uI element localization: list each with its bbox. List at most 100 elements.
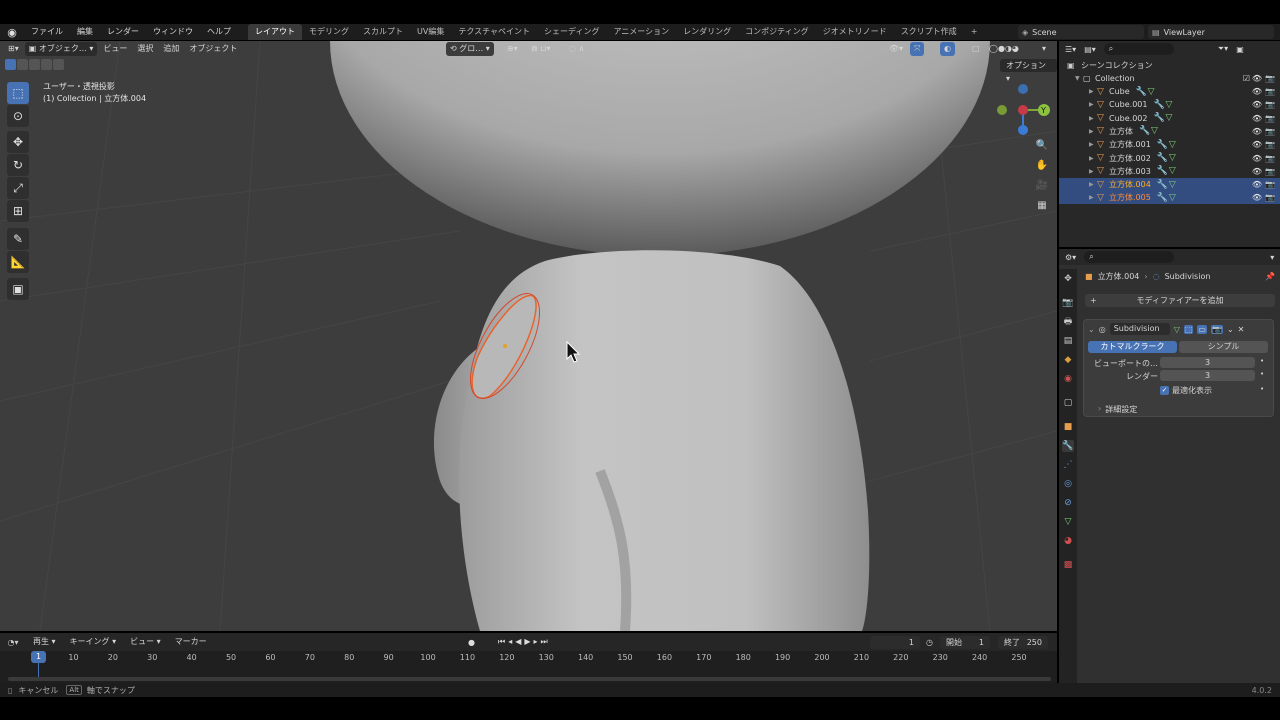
modifier-tab-icon[interactable]: 🔧 xyxy=(1062,440,1074,452)
expand-icon[interactable]: ▶ xyxy=(1089,115,1097,122)
mesh-data-icon[interactable]: ▽ xyxy=(1169,180,1181,190)
outliner-editor-icon[interactable]: ☰▾ xyxy=(1065,45,1076,54)
collection-row[interactable]: ▼ ▢ Collection ☑ 👁 📷 xyxy=(1059,72,1280,85)
scene-tab-icon[interactable]: ◆ xyxy=(1062,354,1074,366)
menu-render[interactable]: レンダー xyxy=(100,24,146,40)
object-tab-icon[interactable]: ■ xyxy=(1062,421,1074,433)
record-icon[interactable]: ● xyxy=(468,638,475,647)
menu-playback[interactable]: 再生 ▾ xyxy=(26,634,63,650)
mesh-data-icon[interactable]: ▽ xyxy=(1165,100,1177,110)
advanced-subpanel[interactable]: › 詳細設定 xyxy=(1098,404,1137,415)
menu-window[interactable]: ウィンドウ xyxy=(146,24,200,40)
transform-orientation[interactable]: ⟲ グロ… ▾ xyxy=(446,42,494,56)
end-frame-field[interactable]: 終了 250 xyxy=(998,635,1048,649)
timeline-editor-icon[interactable]: ◔▾ xyxy=(0,638,26,647)
mesh-data-icon[interactable]: ▽ xyxy=(1169,166,1181,176)
render-camera-icon[interactable]: 📷 xyxy=(1265,167,1275,176)
output-tab-icon[interactable]: 🖶 xyxy=(1062,316,1074,328)
expand-icon[interactable]: ▶ xyxy=(1089,168,1097,175)
visibility-eye-icon[interactable]: 👁 xyxy=(1252,140,1262,149)
add-modifier-button[interactable]: + モディファイアーを追加 xyxy=(1085,294,1275,307)
mesh-data-icon[interactable]: ▽ xyxy=(1165,113,1177,123)
camera-view-icon[interactable]: 🎥 xyxy=(1033,176,1051,194)
tab-rendering[interactable]: レンダリング xyxy=(676,24,738,40)
pin-icon[interactable]: 📌 xyxy=(1265,272,1275,281)
mesh-data-icon[interactable]: ▽ xyxy=(1169,153,1181,163)
menu-file[interactable]: ファイル xyxy=(24,24,70,40)
view-layer-selector[interactable]: ▤ ViewLayer xyxy=(1148,25,1274,39)
modifier-wrench-icon[interactable]: 🔧 xyxy=(1153,113,1165,123)
outliner-item[interactable]: ▶ ▽ 立方体.001 🔧 ▽ 👁 📷 xyxy=(1059,138,1280,151)
render-camera-icon[interactable]: 📷 xyxy=(1265,100,1275,109)
annotate-tool-icon[interactable]: ✎ xyxy=(7,228,29,250)
proportional-edit-icon[interactable]: ◌ ∧ xyxy=(565,42,588,56)
render-keyframe-icon[interactable]: • xyxy=(1260,370,1264,378)
tab-texture-paint[interactable]: テクスチャペイント xyxy=(451,24,537,40)
current-frame-field[interactable]: 1 xyxy=(870,635,920,649)
modifier-wrench-icon[interactable]: 🔧 xyxy=(1157,180,1169,190)
3d-viewport[interactable]: ⊞▾ ▣ オブジェク… ▾ ビュー 選択 追加 オブジェクト ⟲ グロ… ▾ ⊕… xyxy=(0,41,1057,631)
texture-tab-icon[interactable]: ▩ xyxy=(1062,559,1074,571)
data-tab-icon[interactable]: ▽ xyxy=(1062,516,1074,528)
outliner-item[interactable]: ▶ ▽ Cube.002 🔧 ▽ 👁 📷 xyxy=(1059,112,1280,125)
menu-marker[interactable]: マーカー xyxy=(168,634,214,650)
render-camera-icon[interactable]: 📷 xyxy=(1265,154,1275,163)
material-tab-icon[interactable]: ◕ xyxy=(1062,535,1074,547)
editmode-toggle-icon[interactable]: ⬚ xyxy=(1183,324,1194,334)
expand-icon[interactable]: ▶ xyxy=(1089,141,1097,148)
collection-check-icon[interactable]: ☑ xyxy=(1243,74,1250,83)
particles-tab-icon[interactable]: ⋰ xyxy=(1062,459,1074,471)
move-tool-icon[interactable]: ✥ xyxy=(7,131,29,153)
blender-logo-icon[interactable]: ◉ xyxy=(0,24,24,40)
tab-shading[interactable]: シェーディング xyxy=(537,24,606,40)
render-toggle-icon[interactable]: 📷 xyxy=(1210,324,1223,334)
shading-dropdown-icon[interactable]: ▾ xyxy=(1038,42,1050,56)
menu-edit[interactable]: 編集 xyxy=(70,24,100,40)
tab-uv-editing[interactable]: UV編集 xyxy=(410,24,451,40)
visibility-eye-icon[interactable]: 👁 xyxy=(1252,114,1262,123)
select-invert-icon[interactable] xyxy=(41,59,52,70)
render-tab-icon[interactable]: 📷 xyxy=(1062,297,1074,309)
render-camera-icon[interactable]: 📷 xyxy=(1265,87,1275,96)
playback-controls[interactable]: ⏮◂◀▶▸⏭ xyxy=(498,637,551,647)
expand-icon[interactable]: ▶ xyxy=(1089,181,1097,188)
constraints-tab-icon[interactable]: ⊘ xyxy=(1062,497,1074,509)
properties-search-input[interactable]: ⌕ xyxy=(1084,251,1175,263)
select-intersect-icon[interactable] xyxy=(53,59,64,70)
display-mode-icon[interactable]: ▤▾ xyxy=(1084,45,1096,54)
add-cube-tool-icon[interactable]: ▣ xyxy=(7,278,29,300)
visibility-eye-icon[interactable]: 👁 xyxy=(1252,180,1262,189)
collection-expand-icon[interactable]: ▼ xyxy=(1075,75,1083,82)
select-box-tool-icon[interactable]: ⬚ xyxy=(7,82,29,104)
expand-icon[interactable]: ▶ xyxy=(1089,194,1097,201)
modifier-wrench-icon[interactable]: 🔧 xyxy=(1157,140,1169,150)
modifier-wrench-icon[interactable]: 🔧 xyxy=(1139,126,1151,136)
navigation-gizmo[interactable]: Y xyxy=(992,79,1052,139)
render-camera-icon[interactable]: 📷 xyxy=(1265,193,1275,202)
outliner-item[interactable]: ▶ ▽ 立方体.005 🔧 ▽ 👁 📷 xyxy=(1059,191,1280,205)
expand-icon[interactable]: ▶ xyxy=(1089,88,1097,95)
outliner-item[interactable]: ▶ ▽ 立方体 🔧 ▽ 👁 📷 xyxy=(1059,125,1280,138)
outliner-item[interactable]: ▶ ▽ Cube 🔧 ▽ 👁 📷 xyxy=(1059,85,1280,98)
visibility-eye-icon[interactable]: 👁 xyxy=(1252,100,1262,109)
tab-scripting[interactable]: スクリプト作成 xyxy=(894,24,964,40)
view-layer-tab-icon[interactable]: ▤ xyxy=(1062,335,1074,347)
expand-icon[interactable]: ▶ xyxy=(1089,128,1097,135)
collection-tab-icon[interactable]: ▢ xyxy=(1062,397,1074,409)
outliner-item[interactable]: ▶ ▽ 立方体.002 🔧 ▽ 👁 📷 xyxy=(1059,152,1280,165)
pivot-icon[interactable]: ⊕▾ xyxy=(503,42,522,56)
mesh-data-icon[interactable]: ▽ xyxy=(1169,193,1181,203)
visibility-eye-icon[interactable]: 👁 xyxy=(1252,167,1262,176)
modifier-wrench-icon[interactable]: 🔧 xyxy=(1136,87,1148,97)
ortho-toggle-icon[interactable]: ▦ xyxy=(1033,196,1051,214)
menu-select[interactable]: 選択 xyxy=(133,42,157,56)
collapse-icon[interactable]: ⌄ xyxy=(1088,325,1095,334)
render-camera-icon[interactable]: 📷 xyxy=(1265,140,1275,149)
outliner-item[interactable]: ▶ ▽ 立方体.003 🔧 ▽ 👁 📷 xyxy=(1059,165,1280,178)
mode-selector[interactable]: ▣ オブジェク… ▾ xyxy=(24,42,98,56)
menu-help[interactable]: ヘルプ xyxy=(200,24,238,40)
on-cage-icon[interactable]: ▽ xyxy=(1174,325,1180,334)
world-tab-icon[interactable]: ◉ xyxy=(1062,373,1074,385)
outliner-search-input[interactable]: ⌕ xyxy=(1103,43,1174,55)
scene-selector[interactable]: ◈ Scene xyxy=(1018,25,1144,39)
